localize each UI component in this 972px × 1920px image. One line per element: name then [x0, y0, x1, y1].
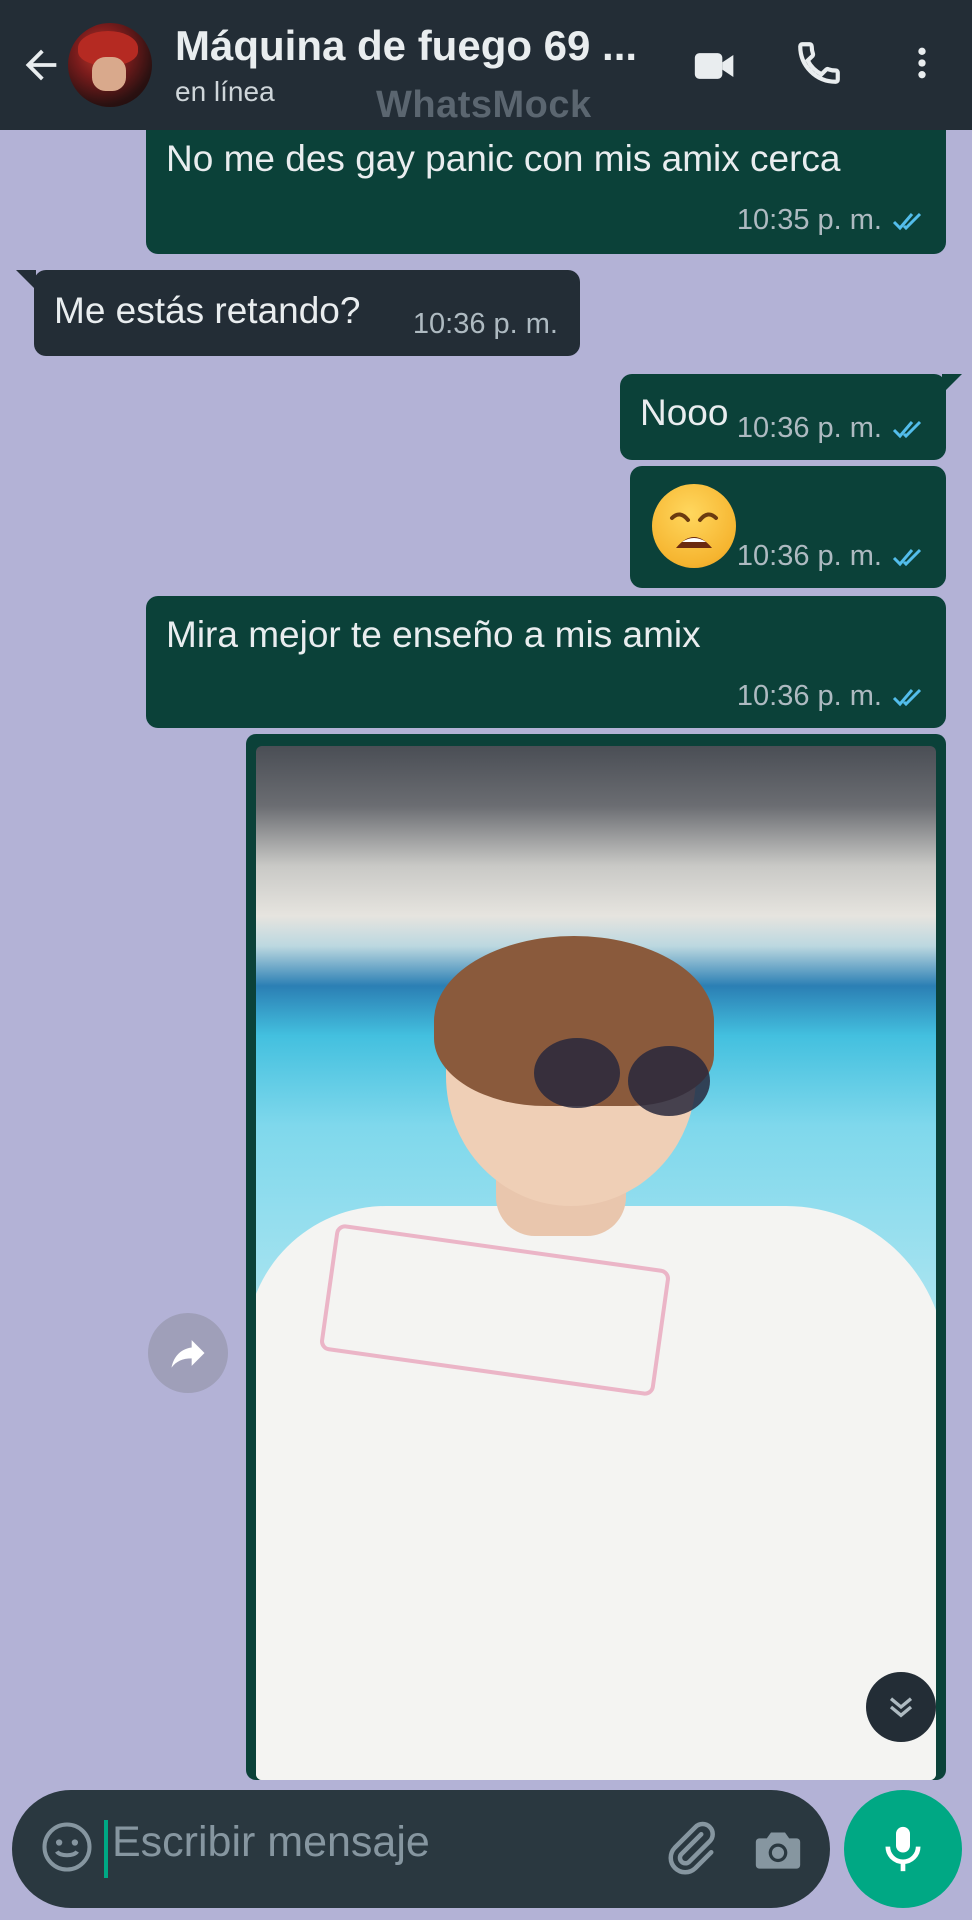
bubble-tail	[16, 270, 36, 290]
attach-icon[interactable]	[660, 1818, 720, 1878]
message-image[interactable]	[246, 734, 946, 1780]
message-time: 10:36 p. m.	[736, 540, 882, 572]
camera-icon[interactable]	[750, 1822, 806, 1878]
read-ticks-icon	[892, 548, 922, 566]
message-text: Mira mejor te enseño a mis amix	[166, 614, 701, 655]
message-outgoing-emoji[interactable]: 10:36 p. m.	[630, 466, 946, 588]
message-outgoing[interactable]: No me des gay panic con mis amix cerca 1…	[146, 118, 946, 254]
scroll-down-button[interactable]	[866, 1672, 936, 1742]
mic-icon	[885, 1826, 921, 1872]
read-ticks-icon	[892, 688, 922, 706]
back-arrow-icon[interactable]	[18, 42, 64, 88]
chat-header: Máquina de fuego 69 ... en línea WhatsMo…	[0, 0, 972, 130]
forward-icon	[171, 1340, 205, 1368]
contact-status: en línea	[175, 76, 275, 107]
bubble-tail	[942, 374, 962, 394]
voice-record-button[interactable]	[844, 1790, 962, 1908]
message-text: No me des gay panic con mis amix cerca	[166, 138, 841, 179]
message-compose-bar: Escribir mensaje	[12, 1790, 830, 1908]
message-input[interactable]: Escribir mensaje	[112, 1818, 430, 1867]
message-incoming[interactable]: Me estás retando? 10:36 p. m.	[34, 270, 580, 356]
avatar[interactable]	[68, 23, 152, 107]
contact-name[interactable]: Máquina de fuego 69 ...	[175, 22, 645, 70]
message-text: Nooo	[640, 392, 729, 433]
read-ticks-icon	[892, 420, 922, 438]
smiley-icon[interactable]	[40, 1820, 94, 1874]
read-ticks-icon	[892, 212, 922, 230]
phone-icon[interactable]	[794, 38, 844, 88]
message-outgoing[interactable]: Nooo 10:36 p. m.	[620, 374, 946, 460]
forward-button[interactable]	[148, 1313, 228, 1393]
shared-photo[interactable]	[256, 746, 936, 1780]
watermark: WhatsMock	[376, 84, 592, 126]
message-outgoing[interactable]: Mira mejor te enseño a mis amix 10:36 p.…	[146, 596, 946, 728]
message-time: 10:36 p. m.	[736, 680, 882, 712]
scroll-down-icon	[889, 1697, 913, 1718]
message-text: Me estás retando?	[54, 290, 361, 331]
more-options-icon[interactable]	[902, 38, 942, 88]
weary-face-emoji	[652, 484, 736, 568]
message-time: 10:35 p. m.	[736, 204, 882, 236]
message-time: 10:36 p. m.	[736, 412, 882, 444]
text-cursor	[104, 1820, 108, 1878]
video-call-icon[interactable]	[686, 44, 744, 88]
message-time: 10:36 p. m.	[412, 308, 558, 340]
